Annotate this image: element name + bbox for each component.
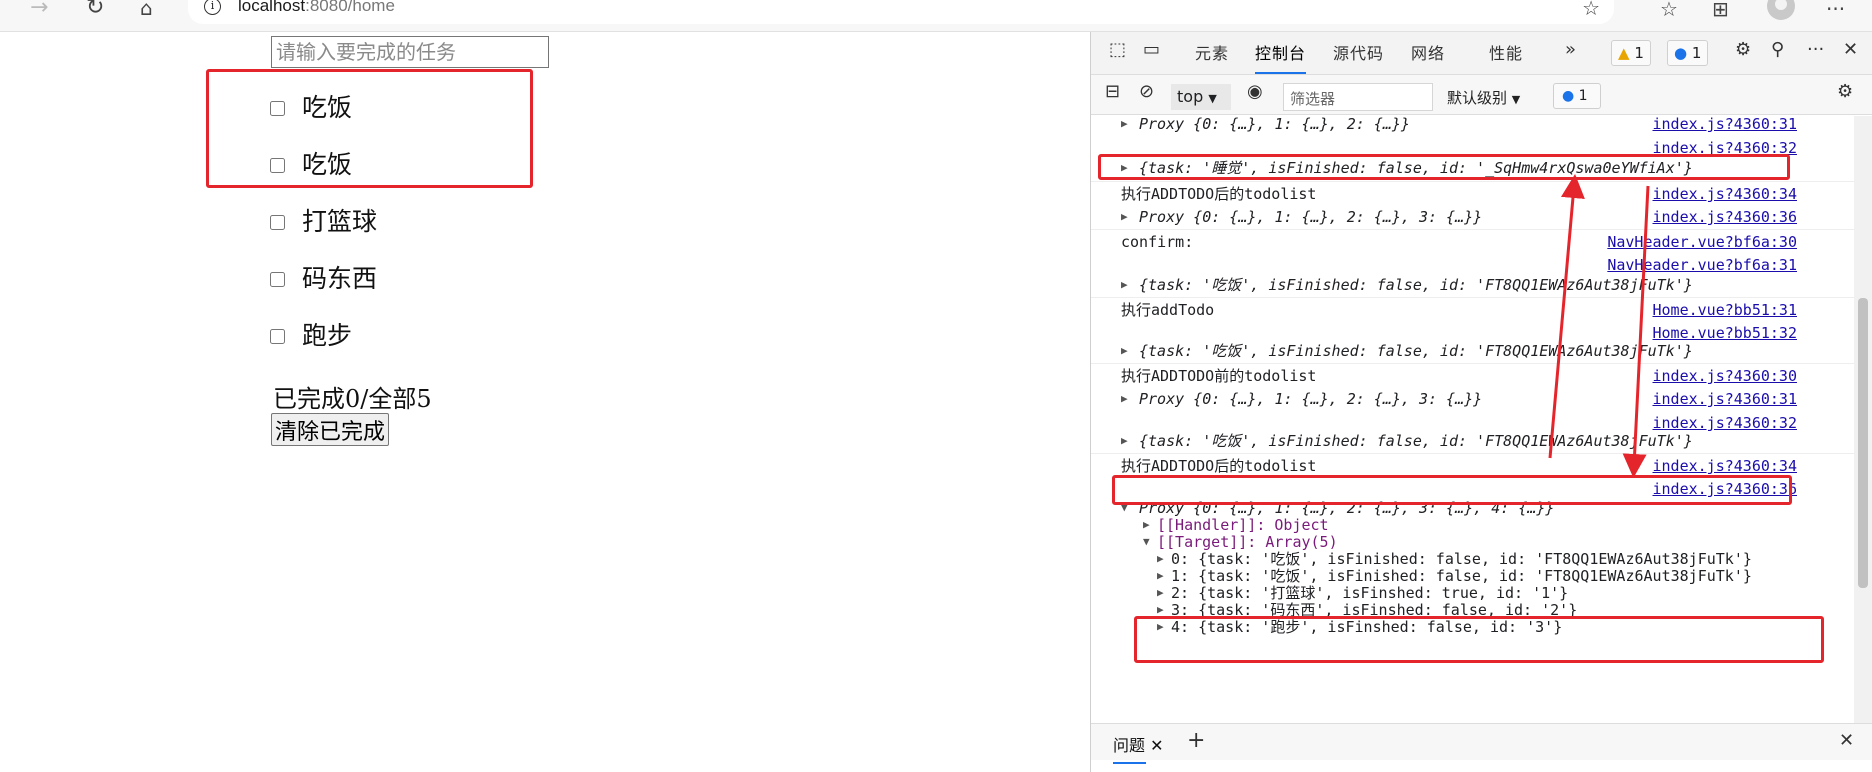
console-line: 执行ADDTODO后的todolist index.js?4360:34 [1091,453,1855,477]
console-line: ▶ {task: '吃饭', isFinished: false, id: 'FT… [1121,276,1693,294]
reload-icon[interactable]: ↻ [86,0,104,20]
more-options-icon[interactable]: ··· [1807,39,1824,60]
device-toggle-icon[interactable]: ▭ [1143,39,1160,60]
source-link[interactable]: index.js?4360:34 [1653,454,1798,478]
message-icon: ● [1674,44,1688,62]
todo-label: 吃饭 [302,93,353,122]
tab-console[interactable]: 控制台 [1255,40,1307,74]
warnings-badge[interactable]: ▲ 1 [1611,40,1651,66]
array-row: ▶ 4: {task: '跑步', isFinshed: false, id: '… [1157,618,1563,636]
browser-toolbar: → ↻ ⌂ i localhost:8080/home ☆ ☆ ⊞ ··· [0,0,1872,32]
console-line: ▶ {task: '睡觉', isFinished: false, id: '_S… [1121,159,1693,177]
add-tab-icon[interactable]: + [1187,728,1205,753]
todo-summary: 已完成0/全部5 [273,385,432,413]
tab-sources[interactable]: 源代码 [1333,40,1384,64]
settings-gear-icon[interactable]: ⚙ [1735,39,1751,60]
close-devtools-icon[interactable]: ✕ [1843,39,1858,60]
clear-finished-button[interactable]: 清除已完成 [271,413,390,446]
console-line: ▶ {task: '吃饭', isFinished: false, id: 'FT… [1121,432,1693,450]
console-line: 执行addTodo Home.vue?bb51:31 [1091,297,1855,321]
site-info-icon[interactable]: i [204,0,221,15]
favorites-icon[interactable]: ☆ [1660,0,1678,21]
source-link[interactable]: index.js?4360:31 [1653,387,1798,411]
source-link[interactable]: index.js?4360:31 [1653,116,1798,136]
todo-page: 吃饭 吃饭 打篮球 码东西 跑步 已完成0/全部5 清除已完成 [0,32,1090,772]
sidebar-toggle-icon[interactable]: ⊟ [1105,81,1120,102]
warning-icon: ▲ [1618,44,1630,62]
console-settings-gear-icon[interactable]: ⚙ [1837,81,1853,102]
todo-label: 跑步 [302,321,353,350]
more-options-icon[interactable]: ··· [1826,0,1845,21]
source-link[interactable]: Home.vue?bb51:31 [1653,298,1798,322]
console-line: ▶ Proxy {0: {…}, 1: {…}, 2: {…}, 3: {…}} i… [1091,387,1855,411]
devtools-tabbar: ⬚ ▭ 元素 控制台 源代码 网络 性能 » ▲ 1 ● 1 ⚙ ⚲ ··· ✕ [1091,32,1872,75]
source-link[interactable]: index.js?4360:36 [1653,205,1798,229]
todo-checkbox[interactable] [270,272,285,287]
console-scrollbar[interactable] [1854,116,1872,723]
todo-label: 码东西 [302,264,378,293]
inspect-icon[interactable]: ⬚ [1109,39,1126,60]
profile-avatar[interactable] [1767,0,1795,20]
tab-elements[interactable]: 元素 [1195,40,1229,64]
add-favorite-icon[interactable]: ☆ [1582,0,1600,20]
collections-icon[interactable]: ⊞ [1712,0,1729,21]
todo-label: 吃饭 [302,150,353,179]
todo-checkbox[interactable] [270,329,285,344]
console-line: 执行ADDTODO前的todolist index.js?4360:30 [1091,363,1855,387]
customize-icon[interactable]: ⚲ [1771,39,1784,60]
console-line: ▶ {task: '吃饭', isFinished: false, id: 'FT… [1121,342,1693,360]
console-filter-input[interactable]: 筛选器 [1283,83,1433,111]
console-line: confirm: NavHeader.vue?bf6a:30 [1091,229,1855,253]
console-line: ▶ Proxy {0: {…}, 1: {…}, 2: {…}} index.js?… [1091,116,1855,136]
url-text: localhost:8080/home [238,0,395,15]
todo-input[interactable] [271,36,549,68]
messages-badge[interactable]: ● 1 [1667,40,1709,66]
tab-performance[interactable]: 性能 [1489,40,1523,64]
todo-checkbox[interactable] [270,158,285,173]
tab-network[interactable]: 网络 [1411,40,1445,64]
home-icon[interactable]: ⌂ [140,0,153,20]
console-line: 执行ADDTODO后的todolist index.js?4360:34 [1091,181,1855,205]
scrollbar-thumb[interactable] [1858,298,1868,588]
source-link[interactable]: index.js?4360:30 [1653,364,1798,388]
live-expression-eye-icon[interactable]: ◉ [1247,81,1263,102]
more-tabs-icon[interactable]: » [1565,39,1576,60]
devtools-panel: ⬚ ▭ 元素 控制台 源代码 网络 性能 » ▲ 1 ● 1 ⚙ ⚲ ··· ✕… [1090,32,1872,772]
tab-issues[interactable]: 问题 ✕ [1113,732,1164,764]
address-bar[interactable]: i localhost:8080/home ☆ [188,0,1614,24]
drawer-tabbar: 问题 ✕ + ✕ [1091,723,1872,764]
console-line: ▶ Proxy {0: {…}, 1: {…}, 2: {…}, 3: {…}} i… [1091,205,1855,229]
todo-checkbox[interactable] [270,215,285,230]
console-toolbar: ⊟ ⊘ top ▼ ◉ 筛选器 默认级别 ▼ ● 1 ⚙ [1091,75,1872,115]
filter-messages-badge[interactable]: ● 1 [1553,83,1601,109]
console-output: ▶ Proxy {0: {…}, 1: {…}, 2: {…}} index.js?… [1091,116,1855,723]
log-level-select[interactable]: 默认级别 ▼ [1447,87,1520,108]
clear-console-icon[interactable]: ⊘ [1139,81,1154,102]
todo-label: 打篮球 [302,207,378,236]
context-select[interactable]: top ▼ [1171,84,1231,110]
forward-arrow-icon[interactable]: → [30,0,48,20]
todo-checkbox[interactable] [270,101,285,116]
close-drawer-icon[interactable]: ✕ [1839,730,1854,751]
source-link[interactable]: index.js?4360:34 [1653,182,1798,206]
source-link[interactable]: NavHeader.vue?bf6a:30 [1607,230,1797,254]
